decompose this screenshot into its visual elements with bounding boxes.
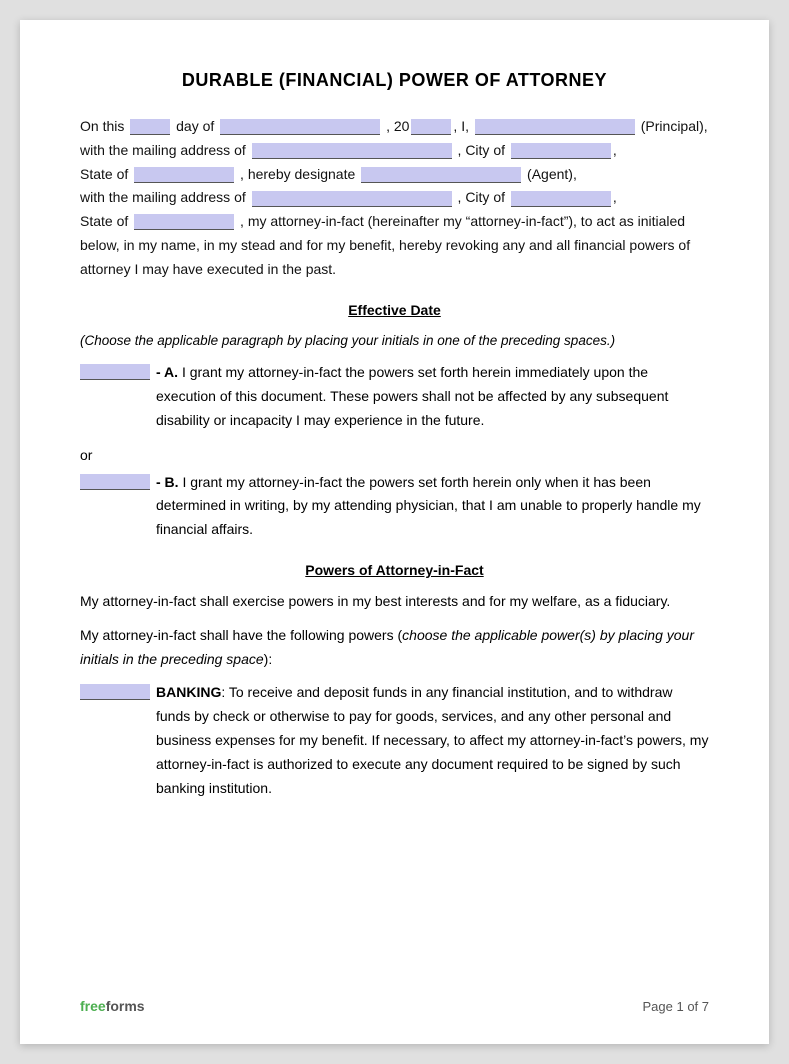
intro-address2-text: with the mailing address of , City of , bbox=[80, 189, 617, 205]
intro-state1-text: State of , hereby designate (Agent), bbox=[80, 166, 577, 182]
principal-state-field[interactable] bbox=[134, 167, 234, 183]
agent-name-field[interactable] bbox=[361, 167, 521, 183]
powers-para1: My attorney-in-fact shall exercise power… bbox=[80, 590, 709, 614]
document-page: DURABLE (FINANCIAL) POWER OF ATTORNEY On… bbox=[20, 20, 769, 1044]
intro-state2-text: State of , my attorney-in-fact (hereinaf… bbox=[80, 213, 690, 277]
principal-city-field[interactable] bbox=[511, 143, 611, 159]
document-title: DURABLE (FINANCIAL) POWER OF ATTORNEY bbox=[80, 70, 709, 91]
day-field[interactable] bbox=[130, 119, 170, 135]
principal-name-field[interactable] bbox=[475, 119, 635, 135]
year-field[interactable] bbox=[411, 119, 451, 135]
banking-initials-field[interactable] bbox=[80, 684, 150, 700]
option-b-initials-field[interactable] bbox=[80, 474, 150, 490]
option-a-block: - A. I grant my attorney-in-fact the pow… bbox=[80, 361, 709, 432]
effective-date-note: (Choose the applicable paragraph by plac… bbox=[80, 330, 709, 352]
powers-heading: Powers of Attorney-in-Fact bbox=[80, 562, 709, 578]
date-field[interactable] bbox=[220, 119, 380, 135]
intro-address1-text: with the mailing address of , City of , bbox=[80, 142, 617, 158]
brand-logo: freeforms bbox=[80, 998, 145, 1014]
page-number: Page 1 of 7 bbox=[643, 999, 710, 1014]
or-divider: or bbox=[80, 447, 709, 463]
agent-state-field[interactable] bbox=[134, 214, 234, 230]
page-footer: freeforms Page 1 of 7 bbox=[80, 998, 709, 1014]
powers-para2: My attorney-in-fact shall have the follo… bbox=[80, 624, 709, 672]
agent-city-field[interactable] bbox=[511, 191, 611, 207]
agent-address-field[interactable] bbox=[252, 191, 452, 207]
intro-text: On this day of , 20, I, (Principal), bbox=[80, 118, 708, 134]
principal-address-field[interactable] bbox=[252, 143, 452, 159]
option-a-initials-field[interactable] bbox=[80, 364, 150, 380]
option-b-block: - B. I grant my attorney-in-fact the pow… bbox=[80, 471, 709, 542]
effective-date-heading: Effective Date bbox=[80, 302, 709, 318]
banking-block: BANKING: To receive and deposit funds in… bbox=[80, 681, 709, 800]
